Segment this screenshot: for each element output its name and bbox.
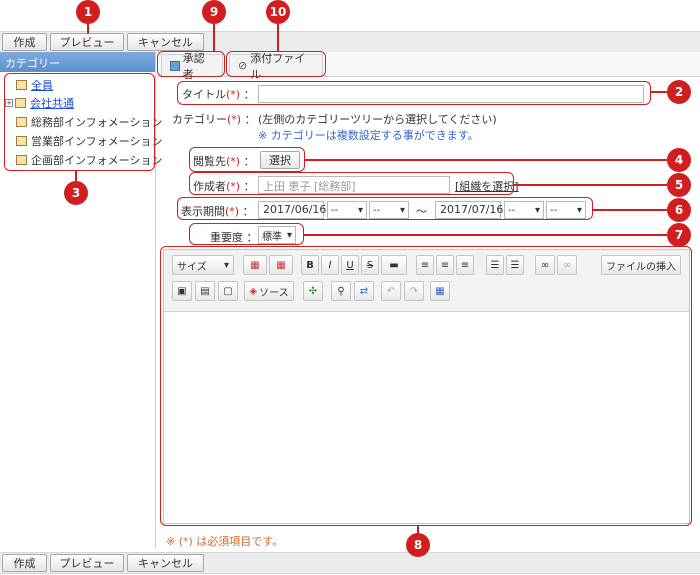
callout-box-tree [4,73,155,171]
leader-2 [651,91,667,93]
leader-7 [304,234,667,236]
leader-4 [305,159,667,161]
callout-box-viewers [189,147,305,172]
sidebar-header: カテゴリー [0,52,155,72]
callout-box-editor [160,246,692,526]
marker-4: 4 [667,148,691,172]
callout-box-author [189,172,514,195]
callout-box-tab-approver [157,51,225,77]
marker-5: 5 [667,173,691,197]
preview-button[interactable]: プレビュー [50,33,124,51]
leader-6 [593,209,667,211]
marker-7: 7 [667,223,691,247]
cancel-button-bottom[interactable]: キャンセル [127,554,204,572]
callout-box-importance [189,223,304,245]
create-button-bottom[interactable]: 作成 [2,554,47,572]
callout-box-title [177,81,651,105]
marker-2: 2 [667,80,691,104]
leader-3 [75,171,77,181]
callout-box-period [177,197,593,220]
leader-10 [277,22,279,52]
marker-10: 10 [266,0,290,24]
marker-8: 8 [406,533,430,557]
marker-1: 1 [76,0,100,24]
marker-3: 3 [64,181,88,205]
required-note: ※ (*) は必須項目です。 [166,535,284,548]
marker-6: 6 [667,198,691,222]
category-value: (左側のカテゴリーツリーから選択してください) [258,113,497,126]
leader-5 [514,184,667,186]
category-hint: ※ カテゴリーは複数設定する事ができます。 [258,129,479,142]
category-label: カテゴリー(*) ： [172,113,256,126]
marker-9: 9 [202,0,226,24]
cancel-button[interactable]: キャンセル [127,33,204,51]
create-button[interactable]: 作成 [2,33,47,51]
callout-box-tab-attachment [226,51,326,77]
preview-button-bottom[interactable]: プレビュー [50,554,124,572]
leader-9 [213,22,215,52]
